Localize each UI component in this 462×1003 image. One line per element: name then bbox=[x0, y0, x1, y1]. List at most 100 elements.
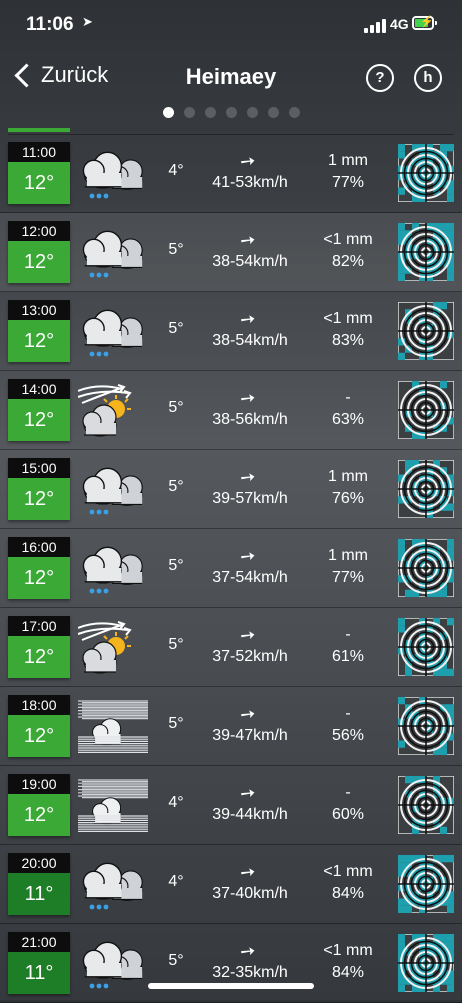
cloud-snow-icon bbox=[78, 541, 148, 597]
radar-thumbnail[interactable] bbox=[397, 301, 455, 361]
hour-label: 14:00 bbox=[8, 379, 70, 399]
wind-direction-arrow-icon: ➚ bbox=[235, 859, 261, 885]
radar-thumbnail[interactable] bbox=[397, 143, 455, 203]
temperature: 5° bbox=[168, 478, 184, 495]
radar-thumbnail[interactable] bbox=[397, 222, 455, 282]
hour-label: 16:00 bbox=[8, 537, 70, 557]
wind-direction-arrow-icon: ➚ bbox=[235, 701, 261, 727]
chevron-left-icon bbox=[14, 62, 39, 88]
wind-speed: 32-35km/h bbox=[212, 964, 288, 981]
temperature: 5° bbox=[168, 715, 184, 732]
hourly-forecast-list[interactable]: 11:00 12° 4° ➚ 41-53km/h 1 mm 77% 12:00 … bbox=[0, 134, 462, 1003]
cloud-snow-icon bbox=[78, 936, 148, 992]
radar-thumbnail[interactable] bbox=[397, 538, 455, 598]
wind-speed: 37-40km/h bbox=[212, 885, 288, 902]
forecast-row[interactable]: 11:00 12° 4° ➚ 41-53km/h 1 mm 77% bbox=[0, 134, 462, 213]
humidity: 61% bbox=[331, 648, 365, 665]
humidity: 76% bbox=[331, 490, 365, 507]
battery-icon: ⚡ bbox=[412, 16, 437, 30]
hour-temperature-badge: 11° bbox=[8, 952, 70, 994]
precipitation: 1 mm bbox=[328, 547, 368, 564]
humidity: 82% bbox=[331, 253, 365, 270]
precipitation: <1 mm bbox=[323, 310, 373, 327]
status-time: 11:06 bbox=[26, 14, 74, 35]
cloud-snow-icon bbox=[78, 462, 148, 518]
hour-label: 11:00 bbox=[8, 142, 70, 162]
wind-direction-arrow-icon: ➚ bbox=[235, 306, 261, 332]
temperature: 4° bbox=[168, 873, 184, 890]
status-bar: 11:06 ➤ 4G ⚡ bbox=[0, 0, 462, 52]
wind-direction-arrow-icon: ➚ bbox=[235, 385, 261, 411]
hour-temperature-badge: 11° bbox=[8, 873, 70, 915]
wind-direction-arrow-icon: ➚ bbox=[235, 464, 261, 490]
home-indicator[interactable] bbox=[148, 983, 314, 989]
precipitation: - bbox=[345, 626, 351, 643]
humidity: 63% bbox=[331, 411, 365, 428]
wind-direction-arrow-icon: ➚ bbox=[235, 622, 261, 648]
temperature: 5° bbox=[168, 636, 184, 653]
temperature: 5° bbox=[168, 557, 184, 574]
radar-thumbnail[interactable] bbox=[397, 775, 455, 835]
hour-temperature-badge: 12° bbox=[8, 715, 70, 757]
forecast-row[interactable]: 21:00 11° 5° ➚ 32-35km/h <1 mm 84% bbox=[0, 924, 462, 1003]
radar-thumbnail[interactable] bbox=[397, 617, 455, 677]
humidity: 84% bbox=[331, 885, 365, 902]
radar-thumbnail[interactable] bbox=[397, 696, 455, 756]
cloud-snow-icon bbox=[78, 857, 148, 913]
forecast-row[interactable]: 15:00 12° 5° ➚ 39-57km/h 1 mm 76% bbox=[0, 450, 462, 529]
forecast-row[interactable]: 19:00 12° 4° ➚ 39-44km/h - 60% bbox=[0, 766, 462, 845]
hour-label: 20:00 bbox=[8, 853, 70, 873]
hour-label: 13:00 bbox=[8, 300, 70, 320]
radar-thumbnail[interactable] bbox=[397, 933, 455, 993]
hour-badge: 11:00 12° bbox=[8, 142, 70, 204]
forecast-row[interactable]: 12:00 12° 5° ➚ 38-54km/h <1 mm 82% bbox=[0, 213, 462, 292]
hour-label: 12:00 bbox=[8, 221, 70, 241]
back-label: Zurück bbox=[41, 62, 109, 87]
help-button[interactable]: ? bbox=[366, 64, 394, 92]
page-indicator[interactable] bbox=[0, 107, 462, 118]
back-button[interactable]: Zurück bbox=[12, 62, 108, 88]
forecast-row[interactable]: 14:00 12° 5° ➚ 38-56km/h - 63% bbox=[0, 371, 462, 450]
wind-sun-cloud-icon bbox=[77, 383, 148, 439]
hour-badge: 16:00 12° bbox=[8, 537, 70, 599]
location-arrow-icon: ➤ bbox=[82, 14, 93, 29]
humidity: 83% bbox=[331, 332, 365, 349]
radar-thumbnail[interactable] bbox=[397, 459, 455, 519]
signal-icon bbox=[364, 19, 386, 33]
page-dot[interactable] bbox=[267, 107, 279, 118]
hour-badge: 20:00 11° bbox=[8, 853, 70, 915]
forecast-row[interactable]: 13:00 12° 5° ➚ 38-54km/h <1 mm 83% bbox=[0, 292, 462, 371]
hour-temperature-badge: 12° bbox=[8, 399, 70, 441]
hour-label: 21:00 bbox=[8, 932, 70, 952]
page-dot[interactable] bbox=[204, 107, 216, 118]
wind-speed: 38-54km/h bbox=[212, 332, 288, 349]
page-dot[interactable] bbox=[246, 107, 258, 118]
page-dot[interactable] bbox=[162, 107, 174, 118]
wind-speed: 37-52km/h bbox=[212, 648, 288, 665]
wind-speed: 39-44km/h bbox=[212, 806, 288, 823]
hour-label: 17:00 bbox=[8, 616, 70, 636]
cloud-snow-icon bbox=[78, 304, 148, 360]
hour-mode-button[interactable]: h bbox=[414, 64, 442, 92]
fog-cloud-icon bbox=[78, 699, 148, 755]
wind-speed: 39-47km/h bbox=[212, 727, 288, 744]
radar-thumbnail[interactable] bbox=[397, 380, 455, 440]
page-dot[interactable] bbox=[225, 107, 237, 118]
hour-badge: 12:00 12° bbox=[8, 221, 70, 283]
forecast-row[interactable]: 16:00 12° 5° ➚ 37-54km/h 1 mm 77% bbox=[0, 529, 462, 608]
temperature: 5° bbox=[168, 399, 184, 416]
temperature: 5° bbox=[168, 320, 184, 337]
humidity: 77% bbox=[331, 174, 365, 191]
page-dot[interactable] bbox=[183, 107, 195, 118]
radar-thumbnail[interactable] bbox=[397, 854, 455, 914]
precipitation: - bbox=[345, 389, 351, 406]
forecast-row[interactable]: 20:00 11° 4° ➚ 37-40km/h <1 mm 84% bbox=[0, 845, 462, 924]
forecast-row[interactable]: 18:00 12° 5° ➚ 39-47km/h - 56% bbox=[0, 687, 462, 766]
precipitation: <1 mm bbox=[323, 231, 373, 248]
hour-temperature-badge: 12° bbox=[8, 636, 70, 678]
humidity: 56% bbox=[331, 727, 365, 744]
humidity: 84% bbox=[331, 964, 365, 981]
humidity: 77% bbox=[331, 569, 365, 586]
page-dot[interactable] bbox=[288, 107, 300, 118]
forecast-row[interactable]: 17:00 12° 5° ➚ 37-52km/h - 61% bbox=[0, 608, 462, 687]
